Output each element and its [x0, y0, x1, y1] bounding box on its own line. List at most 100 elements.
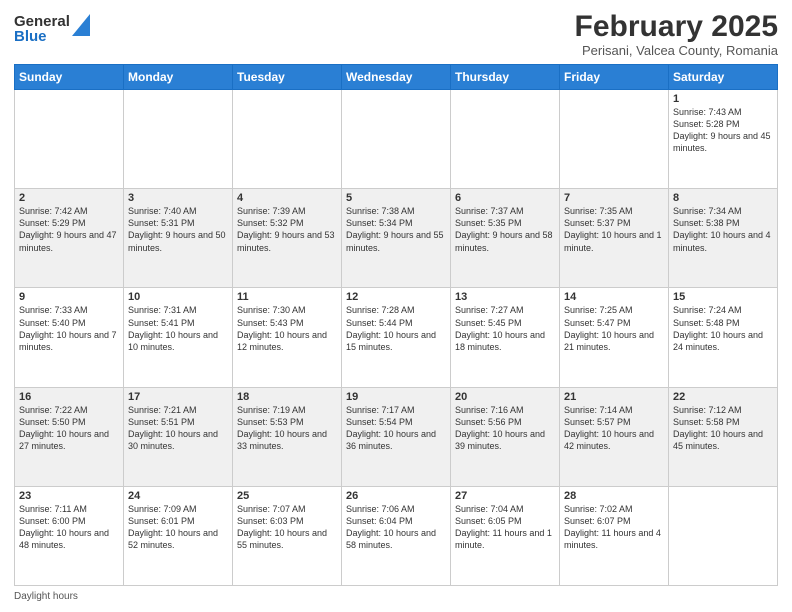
calendar-cell: 3Sunrise: 7:40 AM Sunset: 5:31 PM Daylig…: [124, 189, 233, 288]
subtitle: Perisani, Valcea County, Romania: [575, 43, 778, 58]
calendar-cell: 12Sunrise: 7:28 AM Sunset: 5:44 PM Dayli…: [342, 288, 451, 387]
day-info: Sunrise: 7:17 AM Sunset: 5:54 PM Dayligh…: [346, 404, 446, 453]
calendar-cell: 11Sunrise: 7:30 AM Sunset: 5:43 PM Dayli…: [233, 288, 342, 387]
day-info: Sunrise: 7:35 AM Sunset: 5:37 PM Dayligh…: [564, 205, 664, 254]
calendar-cell: 10Sunrise: 7:31 AM Sunset: 5:41 PM Dayli…: [124, 288, 233, 387]
day-info: Sunrise: 7:42 AM Sunset: 5:29 PM Dayligh…: [19, 205, 119, 254]
day-info: Sunrise: 7:33 AM Sunset: 5:40 PM Dayligh…: [19, 304, 119, 353]
calendar-cell: 14Sunrise: 7:25 AM Sunset: 5:47 PM Dayli…: [560, 288, 669, 387]
day-info: Sunrise: 7:31 AM Sunset: 5:41 PM Dayligh…: [128, 304, 228, 353]
day-number: 11: [237, 291, 337, 303]
day-number: 4: [237, 192, 337, 204]
calendar-cell: [342, 90, 451, 189]
calendar-week-row: 2Sunrise: 7:42 AM Sunset: 5:29 PM Daylig…: [15, 189, 778, 288]
day-number: 13: [455, 291, 555, 303]
calendar-cell: 19Sunrise: 7:17 AM Sunset: 5:54 PM Dayli…: [342, 387, 451, 486]
day-number: 14: [564, 291, 664, 303]
day-info: Sunrise: 7:22 AM Sunset: 5:50 PM Dayligh…: [19, 404, 119, 453]
day-number: 16: [19, 391, 119, 403]
day-number: 26: [346, 490, 446, 502]
logo-text: General Blue: [14, 14, 70, 44]
calendar-day-header: Monday: [124, 65, 233, 90]
day-number: 5: [346, 192, 446, 204]
day-info: Sunrise: 7:43 AM Sunset: 5:28 PM Dayligh…: [673, 106, 773, 155]
calendar-cell: 23Sunrise: 7:11 AM Sunset: 6:00 PM Dayli…: [15, 486, 124, 585]
day-number: 2: [19, 192, 119, 204]
day-info: Sunrise: 7:04 AM Sunset: 6:05 PM Dayligh…: [455, 503, 555, 552]
day-number: 9: [19, 291, 119, 303]
footer: Daylight hours: [14, 591, 778, 602]
calendar-cell: 4Sunrise: 7:39 AM Sunset: 5:32 PM Daylig…: [233, 189, 342, 288]
page: General Blue February 2025 Perisani, Val…: [0, 0, 792, 612]
calendar-cell: [669, 486, 778, 585]
day-number: 10: [128, 291, 228, 303]
day-number: 27: [455, 490, 555, 502]
day-info: Sunrise: 7:12 AM Sunset: 5:58 PM Dayligh…: [673, 404, 773, 453]
day-number: 1: [673, 93, 773, 105]
calendar-cell: [560, 90, 669, 189]
day-info: Sunrise: 7:24 AM Sunset: 5:48 PM Dayligh…: [673, 304, 773, 353]
calendar-cell: 17Sunrise: 7:21 AM Sunset: 5:51 PM Dayli…: [124, 387, 233, 486]
calendar-cell: 27Sunrise: 7:04 AM Sunset: 6:05 PM Dayli…: [451, 486, 560, 585]
day-number: 28: [564, 490, 664, 502]
calendar-week-row: 23Sunrise: 7:11 AM Sunset: 6:00 PM Dayli…: [15, 486, 778, 585]
day-info: Sunrise: 7:40 AM Sunset: 5:31 PM Dayligh…: [128, 205, 228, 254]
day-number: 3: [128, 192, 228, 204]
day-number: 22: [673, 391, 773, 403]
calendar-day-header: Saturday: [669, 65, 778, 90]
day-number: 18: [237, 391, 337, 403]
calendar-cell: 15Sunrise: 7:24 AM Sunset: 5:48 PM Dayli…: [669, 288, 778, 387]
month-title: February 2025: [575, 10, 778, 43]
calendar-cell: 6Sunrise: 7:37 AM Sunset: 5:35 PM Daylig…: [451, 189, 560, 288]
day-number: 19: [346, 391, 446, 403]
calendar-cell: 26Sunrise: 7:06 AM Sunset: 6:04 PM Dayli…: [342, 486, 451, 585]
calendar-cell: 25Sunrise: 7:07 AM Sunset: 6:03 PM Dayli…: [233, 486, 342, 585]
calendar-cell: 9Sunrise: 7:33 AM Sunset: 5:40 PM Daylig…: [15, 288, 124, 387]
day-number: 8: [673, 192, 773, 204]
day-info: Sunrise: 7:07 AM Sunset: 6:03 PM Dayligh…: [237, 503, 337, 552]
calendar-cell: 24Sunrise: 7:09 AM Sunset: 6:01 PM Dayli…: [124, 486, 233, 585]
day-info: Sunrise: 7:19 AM Sunset: 5:53 PM Dayligh…: [237, 404, 337, 453]
day-info: Sunrise: 7:34 AM Sunset: 5:38 PM Dayligh…: [673, 205, 773, 254]
calendar-cell: 28Sunrise: 7:02 AM Sunset: 6:07 PM Dayli…: [560, 486, 669, 585]
day-info: Sunrise: 7:14 AM Sunset: 5:57 PM Dayligh…: [564, 404, 664, 453]
logo-blue: Blue: [14, 29, 70, 44]
calendar-cell: 22Sunrise: 7:12 AM Sunset: 5:58 PM Dayli…: [669, 387, 778, 486]
calendar-cell: [233, 90, 342, 189]
day-number: 15: [673, 291, 773, 303]
calendar-cell: 13Sunrise: 7:27 AM Sunset: 5:45 PM Dayli…: [451, 288, 560, 387]
daylight-label: Daylight hours: [14, 591, 78, 602]
calendar-cell: 18Sunrise: 7:19 AM Sunset: 5:53 PM Dayli…: [233, 387, 342, 486]
day-info: Sunrise: 7:30 AM Sunset: 5:43 PM Dayligh…: [237, 304, 337, 353]
day-info: Sunrise: 7:27 AM Sunset: 5:45 PM Dayligh…: [455, 304, 555, 353]
calendar-cell: 20Sunrise: 7:16 AM Sunset: 5:56 PM Dayli…: [451, 387, 560, 486]
title-block: February 2025 Perisani, Valcea County, R…: [575, 10, 778, 58]
logo-icon: [72, 14, 90, 36]
day-number: 7: [564, 192, 664, 204]
day-number: 6: [455, 192, 555, 204]
day-info: Sunrise: 7:02 AM Sunset: 6:07 PM Dayligh…: [564, 503, 664, 552]
day-info: Sunrise: 7:11 AM Sunset: 6:00 PM Dayligh…: [19, 503, 119, 552]
calendar-day-header: Wednesday: [342, 65, 451, 90]
calendar-cell: 16Sunrise: 7:22 AM Sunset: 5:50 PM Dayli…: [15, 387, 124, 486]
calendar-cell: 5Sunrise: 7:38 AM Sunset: 5:34 PM Daylig…: [342, 189, 451, 288]
day-number: 23: [19, 490, 119, 502]
calendar-cell: 8Sunrise: 7:34 AM Sunset: 5:38 PM Daylig…: [669, 189, 778, 288]
day-info: Sunrise: 7:06 AM Sunset: 6:04 PM Dayligh…: [346, 503, 446, 552]
day-info: Sunrise: 7:16 AM Sunset: 5:56 PM Dayligh…: [455, 404, 555, 453]
day-info: Sunrise: 7:21 AM Sunset: 5:51 PM Dayligh…: [128, 404, 228, 453]
day-info: Sunrise: 7:25 AM Sunset: 5:47 PM Dayligh…: [564, 304, 664, 353]
logo-general: General: [14, 14, 70, 29]
calendar-day-header: Tuesday: [233, 65, 342, 90]
calendar-cell: [124, 90, 233, 189]
day-number: 24: [128, 490, 228, 502]
calendar-cell: [451, 90, 560, 189]
calendar-cell: 1Sunrise: 7:43 AM Sunset: 5:28 PM Daylig…: [669, 90, 778, 189]
day-number: 17: [128, 391, 228, 403]
day-info: Sunrise: 7:38 AM Sunset: 5:34 PM Dayligh…: [346, 205, 446, 254]
day-number: 12: [346, 291, 446, 303]
day-number: 20: [455, 391, 555, 403]
calendar-table: SundayMondayTuesdayWednesdayThursdayFrid…: [14, 64, 778, 586]
calendar-header-row: SundayMondayTuesdayWednesdayThursdayFrid…: [15, 65, 778, 90]
day-info: Sunrise: 7:09 AM Sunset: 6:01 PM Dayligh…: [128, 503, 228, 552]
